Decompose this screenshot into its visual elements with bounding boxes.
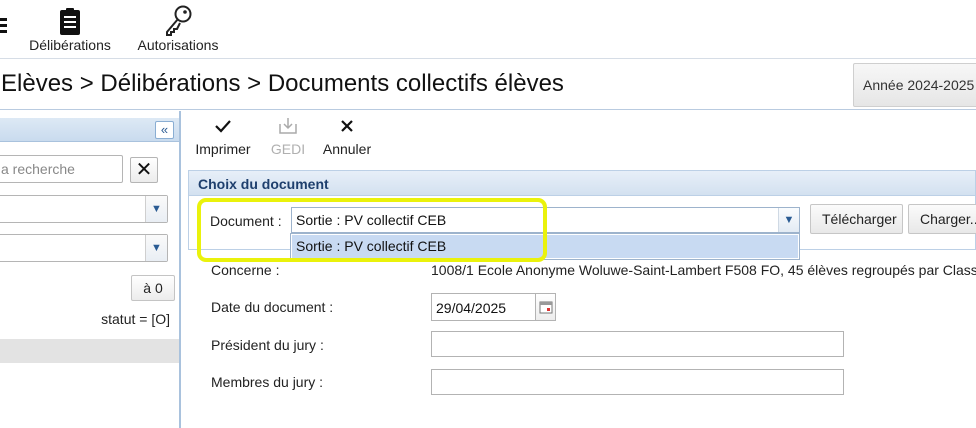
members-label: Membres du jury : xyxy=(211,374,324,390)
concerne-label: Concerne : xyxy=(211,262,280,278)
date-field[interactable]: 29/04/2025 xyxy=(431,293,536,321)
close-icon xyxy=(321,111,373,141)
print-button[interactable]: Imprimer xyxy=(193,111,253,157)
load-button[interactable]: Charger... xyxy=(908,204,976,234)
president-label: Président du jury : xyxy=(211,337,324,353)
left-panel-header: « xyxy=(0,118,179,142)
school-year-button[interactable]: Année 2024-2025 xyxy=(853,63,976,107)
list-item[interactable] xyxy=(0,339,179,363)
search-input[interactable]: a recherche xyxy=(0,155,123,183)
highlight-annotation xyxy=(197,198,547,262)
count-button[interactable]: à 0 xyxy=(131,275,175,301)
gedi-button: GEDI xyxy=(269,111,307,157)
status-filter-text: statut = [O] xyxy=(101,311,170,327)
breadcrumb: Elèves > Délibérations > Documents colle… xyxy=(1,70,564,97)
top-toolbar: Délibérations Autorisations xyxy=(0,0,976,58)
chevron-down-icon: ▼ xyxy=(145,235,167,261)
filter-select-1[interactable]: ▼ xyxy=(0,195,168,223)
president-field[interactable] xyxy=(431,331,844,357)
toolbar-autorisations[interactable]: Autorisations xyxy=(136,0,220,53)
chevron-down-icon: ▼ xyxy=(145,196,167,222)
toolbar-autorisations-label: Autorisations xyxy=(137,37,219,53)
members-field[interactable] xyxy=(431,369,844,395)
toolbar-deliberations[interactable]: Délibérations xyxy=(26,0,114,53)
title-bar: Elèves > Délibérations > Documents colle… xyxy=(0,58,976,110)
document-choice-header: Choix du document xyxy=(189,171,975,196)
gedi-label: GEDI xyxy=(270,141,306,157)
cancel-button[interactable]: Annuler xyxy=(321,111,373,157)
double-chevron-left-icon: « xyxy=(160,122,169,137)
calendar-button[interactable] xyxy=(535,293,556,321)
date-label: Date du document : xyxy=(211,299,334,315)
menu-icon[interactable] xyxy=(0,0,10,36)
left-panel: « a recherche ✕ ▼ ▼ à 0 statut = [O] xyxy=(0,111,181,428)
cancel-label: Annuler xyxy=(322,141,372,157)
check-icon xyxy=(193,111,253,141)
collapse-panel-button[interactable]: « xyxy=(155,121,174,139)
concerne-value: 1008/1 Ecole Anonyme Woluwe-Saint-Lamber… xyxy=(431,262,976,278)
close-icon: ✕ xyxy=(135,159,153,181)
print-label: Imprimer xyxy=(195,141,251,157)
clipboard-icon xyxy=(26,0,114,36)
filter-select-2[interactable]: ▼ xyxy=(0,234,168,262)
download-button[interactable]: Télécharger xyxy=(810,204,903,234)
toolbar-deliberations-label: Délibérations xyxy=(29,37,111,53)
key-icon xyxy=(136,0,220,36)
chevron-down-icon: ▼ xyxy=(778,208,799,232)
calendar-icon xyxy=(539,301,552,314)
clear-search-button[interactable]: ✕ xyxy=(130,157,158,183)
inbox-download-icon xyxy=(269,111,307,141)
action-toolbar: Imprimer GEDI Annuler xyxy=(183,111,976,168)
